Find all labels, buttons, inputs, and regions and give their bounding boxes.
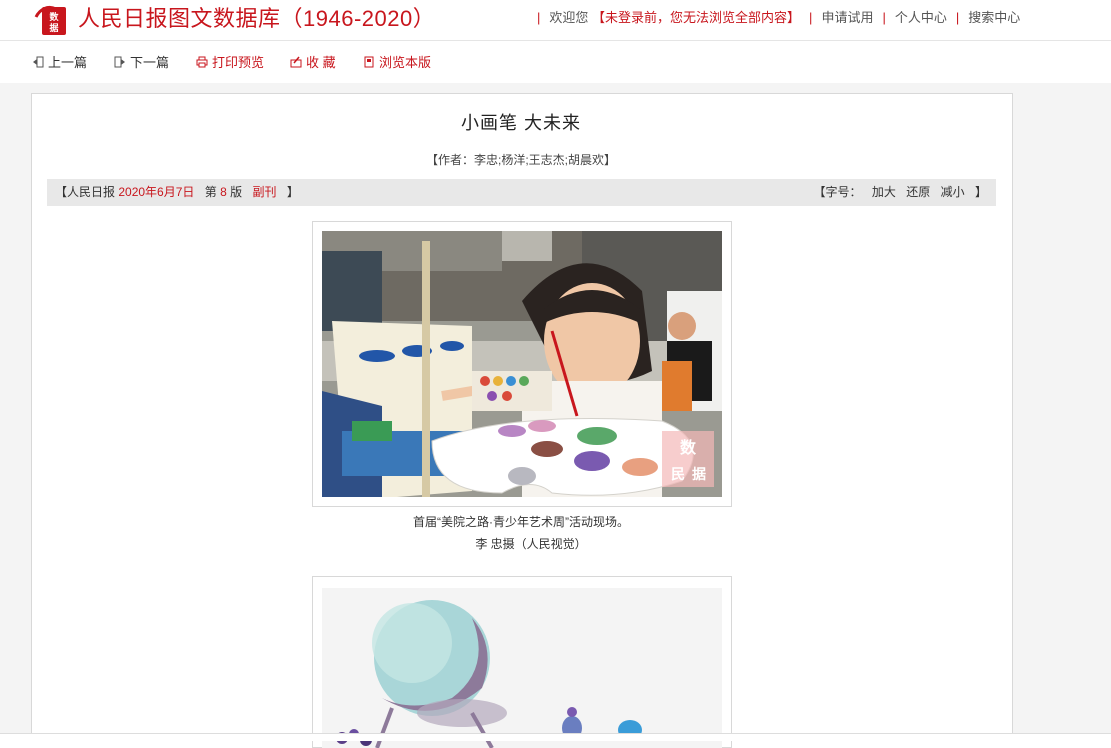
- favorite-label: 收 藏: [306, 55, 336, 70]
- next-article-button[interactable]: 下一篇: [114, 55, 169, 71]
- bookmark-icon: [290, 56, 302, 68]
- apply-trial-link[interactable]: 申请试用: [821, 10, 873, 25]
- arrow-left-icon: [33, 56, 44, 68]
- toolbar: 上一篇 下一篇 打印预览 收 藏 浏览本版: [0, 40, 1111, 83]
- publish-date[interactable]: 2020年6月7日: [118, 185, 194, 199]
- prev-label: 上一篇: [48, 55, 88, 70]
- page-prefix: 第: [204, 185, 217, 199]
- top-links: | 欢迎您 【未登录前，您无法浏览全部内容】 | 申请试用 | 个人中心 | 搜索中心: [528, 10, 1020, 26]
- photo-frame: 数 民 据: [312, 221, 732, 507]
- personal-center-link[interactable]: 个人中心: [895, 10, 947, 25]
- browse-label: 浏览本版: [379, 55, 432, 70]
- page-number[interactable]: 8: [220, 185, 227, 199]
- arrow-right-icon: [114, 56, 125, 68]
- font-size-label: 【字号：: [813, 185, 862, 199]
- login-warning[interactable]: 【未登录前，您无法浏览全部内容】: [592, 10, 800, 25]
- photo-caption: 首届“美院之路·青少年艺术周”活动现场。: [413, 515, 629, 529]
- svg-text:据: 据: [692, 466, 706, 483]
- search-center-link[interactable]: 搜索中心: [968, 10, 1020, 25]
- page-icon: [364, 56, 374, 68]
- svg-text:数: 数: [680, 438, 697, 457]
- publication-info: 【人民日报 2020年6月7日 第 8 版 副刊 】: [55, 179, 299, 206]
- section-name[interactable]: 副刊: [253, 185, 277, 199]
- article-author: 【作者：李忠;杨洋;王志杰;胡晨欢】: [425, 153, 616, 167]
- browse-page-button[interactable]: 浏览本版: [363, 55, 431, 71]
- font-size-controls: 【字号： 加大 还原 减小 】: [814, 179, 987, 206]
- divider: |: [955, 10, 960, 25]
- article-info-bar: 【人民日报 2020年6月7日 第 8 版 副刊 】 【字号： 加大 还原 减小…: [47, 179, 996, 206]
- next-label: 下一篇: [130, 55, 170, 70]
- svg-text:数: 数: [49, 11, 59, 23]
- photo-frame: [312, 576, 732, 748]
- bracket-close: 】: [974, 185, 987, 199]
- bracket-close: 】: [286, 185, 299, 199]
- photo-credit: 李 忠摄（人民视觉）: [475, 537, 587, 551]
- divider: |: [537, 10, 541, 25]
- divider: |: [882, 10, 886, 25]
- font-shrink-button[interactable]: 减小: [941, 185, 965, 199]
- welcome-text: 欢迎您: [549, 10, 589, 25]
- font-enlarge-button[interactable]: 加大: [872, 185, 896, 199]
- svg-text:民: 民: [671, 467, 685, 483]
- site-title: 人民日报图文数据库（1946-2020）: [78, 6, 436, 31]
- font-restore-button[interactable]: 还原: [906, 185, 930, 199]
- svg-text:据: 据: [49, 22, 58, 34]
- child-painting-photo[interactable]: 数 民 据: [322, 231, 722, 497]
- watercolor-illustration[interactable]: [322, 588, 722, 748]
- favorite-button[interactable]: 收 藏: [290, 55, 336, 71]
- print-preview-button[interactable]: 打印预览: [196, 55, 264, 71]
- page-suffix: 版: [230, 185, 243, 199]
- divider: |: [809, 10, 813, 25]
- prev-article-button[interactable]: 上一篇: [32, 55, 87, 71]
- print-label: 打印预览: [212, 55, 265, 70]
- article-title: 小画笔 大未来: [460, 113, 581, 133]
- people-data-logo[interactable]: 数 据: [34, 3, 68, 37]
- paper-name: 【人民日报: [55, 185, 116, 199]
- printer-icon: [196, 56, 208, 68]
- site-header: 数 据 人民日报图文数据库（1946-2020） | 欢迎您 【未登录前，您无法浏…: [0, 0, 1111, 40]
